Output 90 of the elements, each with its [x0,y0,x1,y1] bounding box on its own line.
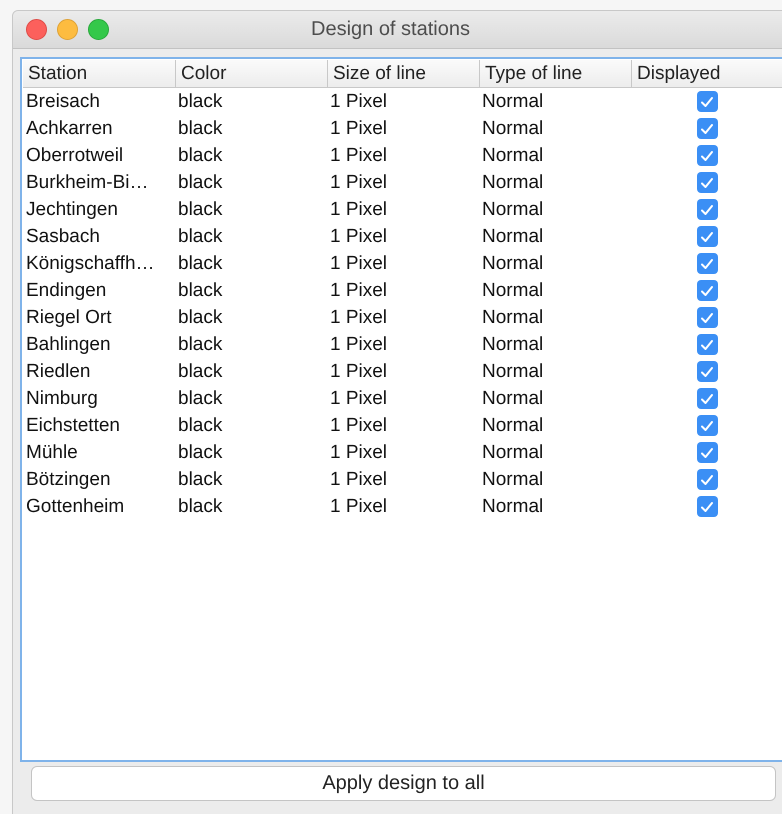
table-cell-text: Nimburg [25,387,99,411]
table-cell-text: 1 Pixel [329,144,388,168]
checkbox[interactable] [696,415,718,436]
table-cell-text: Normal [481,90,544,114]
table-cell-text: 1 Pixel [329,333,388,357]
column-header[interactable]: Color [175,60,327,87]
table-cell-text: 1 Pixel [329,225,388,249]
zoom-button[interactable] [88,19,109,40]
table-cell-text: Normal [481,387,544,411]
table-cell-text: Riegel Ort [25,306,113,330]
column-header[interactable]: Size of line [327,60,479,87]
checkbox[interactable] [696,172,718,193]
table-cell-text: Normal [481,495,544,519]
table-cell-text: 1 Pixel [329,198,388,222]
table-cell-text: Normal [481,144,544,168]
table-cell-text: black [177,333,224,357]
table-cell-text: Königschaffh… [25,252,156,276]
table-cell-text: Gottenheim [25,495,126,519]
checkbox[interactable] [696,199,718,220]
minimize-button[interactable] [57,19,78,40]
column-header[interactable]: Station [23,60,175,87]
table-cell-text: Breisach [25,90,101,114]
checkbox[interactable] [696,334,718,355]
table-cell-text: Eichstetten [25,414,121,438]
window-title: Design of stations [311,18,470,41]
close-button[interactable] [26,19,47,40]
table-cell-text: 1 Pixel [329,360,388,384]
checkbox[interactable] [696,145,718,166]
checkbox[interactable] [696,307,718,328]
table-cell-text: Burkheim-Bi… [25,171,150,195]
table-cell-text: black [177,252,224,276]
table-cell-text: black [177,468,224,492]
table-cell-text: black [177,279,224,303]
table-cell-text: 1 Pixel [329,414,388,438]
checkbox[interactable] [696,280,718,301]
table-cell-text: Normal [481,414,544,438]
table-cell-text: black [177,387,224,411]
checkbox[interactable] [696,361,718,382]
table-cell-text: black [177,414,224,438]
table-cell-text: Sasbach [25,225,101,249]
table-cell-text: black [177,144,224,168]
table-cell-text: 1 Pixel [329,468,388,492]
apply-button[interactable]: Apply design to all [31,766,776,801]
checkbox[interactable] [696,253,718,274]
table-cell-text: Riedlen [25,360,92,384]
table-cell-text: Normal [481,360,544,384]
table-cell-text: Normal [481,171,544,195]
table-cell-text: black [177,117,224,141]
table-cell-text: Bahlingen [25,333,112,357]
table-cell-text: 1 Pixel [329,495,388,519]
checkbox[interactable] [696,496,718,517]
table-cell-text: 1 Pixel [329,441,388,465]
checkbox[interactable] [696,388,718,409]
column-header[interactable]: Displayed [631,60,782,87]
checkbox[interactable] [696,118,718,139]
table-cell-text: Normal [481,468,544,492]
table-cell-text: Normal [481,225,544,249]
table-cell-text: Normal [481,441,544,465]
table-cell-text: Normal [481,252,544,276]
table-cell-text: black [177,306,224,330]
table-cell-text: Mühle [25,441,79,465]
table-cell-text: 1 Pixel [329,171,388,195]
table-cell-text: Normal [481,279,544,303]
table-cell-text: Achkarren [25,117,114,141]
table-cell-text: 1 Pixel [329,387,388,411]
checkbox[interactable] [696,91,718,112]
table-cell-text: Bötzingen [25,468,112,492]
checkbox[interactable] [696,469,718,490]
table-cell-text: 1 Pixel [329,117,388,141]
table-cell-text: Normal [481,306,544,330]
table-cell-text: black [177,360,224,384]
table-cell-text: 1 Pixel [329,252,388,276]
table-cell-text: black [177,90,224,114]
table-cell-text: black [177,225,224,249]
table-cell-text: 1 Pixel [329,90,388,114]
table-cell-text: Normal [481,117,544,141]
checkbox[interactable] [696,442,718,463]
table-cell-text: Normal [481,333,544,357]
table-cell-text: black [177,495,224,519]
table-cell-text: black [177,441,224,465]
checkbox[interactable] [696,226,718,247]
table-cell-text: 1 Pixel [329,306,388,330]
table-cell-text: Oberrotweil [25,144,124,168]
column-header[interactable]: Type of line [479,60,631,87]
table-cell-text: black [177,171,224,195]
table-cell-text: Jechtingen [25,198,119,222]
table-cell-text: Normal [481,198,544,222]
table-cell-text: Endingen [25,279,108,303]
table-cell-text: 1 Pixel [329,279,388,303]
table-cell-text: black [177,198,224,222]
